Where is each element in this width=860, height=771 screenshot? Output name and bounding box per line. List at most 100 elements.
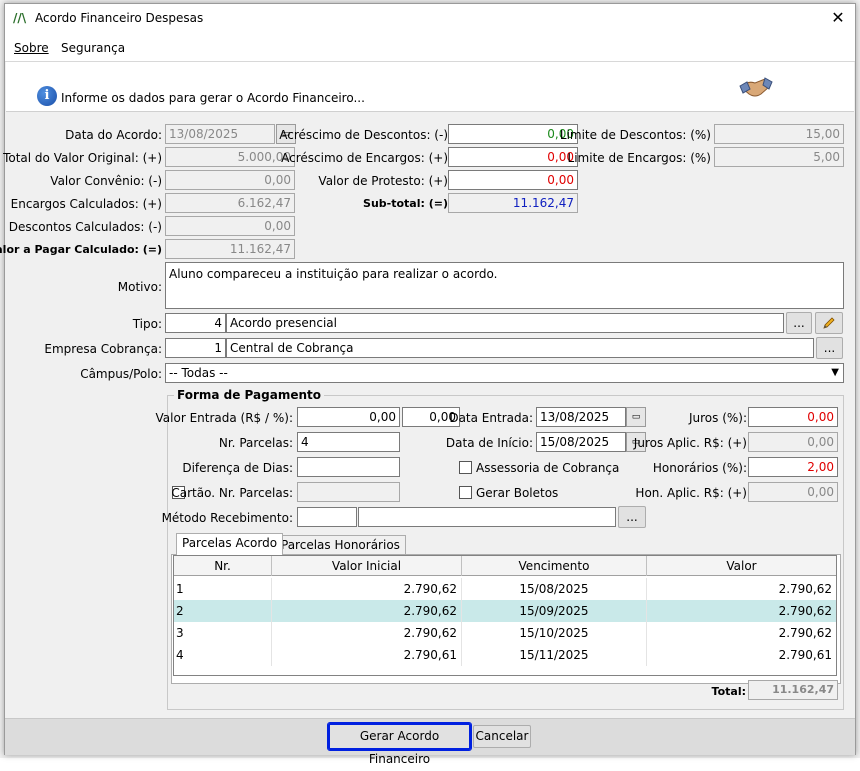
table-row[interactable]: 4 2.790,61 15/11/2025 2.790,61 xyxy=(174,644,836,666)
data-inicio-input[interactable]: 15/08/2025 xyxy=(536,432,626,452)
menu-seguranca[interactable]: Segurança xyxy=(61,41,125,55)
metodo-description-field xyxy=(358,507,616,527)
column-header-vencimento[interactable]: Vencimento xyxy=(462,556,647,576)
cell-nr: 3 xyxy=(176,622,272,644)
cell-nr: 2 xyxy=(176,600,272,622)
juros-aplic-label: Juros Aplic. R$: (+) xyxy=(633,436,747,450)
total-original-field: 5.000,00 xyxy=(165,147,295,167)
valor-convenio-label: Valor Convênio: (-) xyxy=(50,174,162,188)
nr-parcelas-input[interactable]: 4 xyxy=(297,432,400,452)
campus-select[interactable]: -- Todas -- ▼ xyxy=(165,363,844,383)
gerar-boletos-label: Gerar Boletos xyxy=(476,486,559,500)
gerar-acordo-button[interactable]: Gerar Acordo Financeiro xyxy=(327,722,472,766)
table-row[interactable]: 1 2.790,62 15/08/2025 2.790,62 xyxy=(174,578,836,600)
campus-label: Câmpus/Polo: xyxy=(80,367,162,381)
info-icon: i xyxy=(37,86,57,106)
motivo-textarea[interactable]: Aluno compareceu a instituição para real… xyxy=(165,262,844,309)
diferenca-dias-label: Diferença de Dias: xyxy=(182,461,293,475)
honorarios-input[interactable]: 2,00 xyxy=(748,457,838,477)
cartao-parcelas-field xyxy=(297,482,400,502)
valor-protesto-input[interactable]: 0,00 xyxy=(448,170,578,190)
cell-valor-inicial: 2.790,62 xyxy=(272,578,462,600)
cell-nr: 4 xyxy=(176,644,272,666)
valor-protesto-label: Valor de Protesto: (+) xyxy=(318,174,448,188)
juros-label: Juros (%): xyxy=(688,411,747,425)
calendar-icon[interactable]: ▭ xyxy=(626,407,646,427)
data-acordo-label: Data do Acordo: xyxy=(65,128,162,142)
cell-valor-inicial: 2.790,62 xyxy=(272,600,462,622)
cell-valor: 2.790,61 xyxy=(778,648,832,662)
window-title: Acordo Financeiro Despesas xyxy=(35,11,204,25)
limite-encargos-field: 5,00 xyxy=(714,147,844,167)
tipo-code-input[interactable]: 4 xyxy=(165,313,226,333)
data-inicio-label: Data de Início: xyxy=(445,436,533,450)
cancelar-button[interactable]: Cancelar xyxy=(473,725,531,748)
tipo-label: Tipo: xyxy=(132,317,162,331)
valor-pagar-label: Valor a Pagar Calculado: (=) xyxy=(0,243,162,256)
handshake-icon xyxy=(739,77,773,97)
nr-parcelas-label: Nr. Parcelas: xyxy=(218,436,293,450)
close-button[interactable]: ✕ xyxy=(825,6,851,30)
metodo-code-input[interactable] xyxy=(297,507,357,527)
tipo-description-field: Acordo presencial xyxy=(226,313,784,333)
empresa-code-input[interactable]: 1 xyxy=(165,338,226,358)
cell-valor-inicial: 2.790,62 xyxy=(272,622,462,644)
pencil-icon xyxy=(823,317,835,329)
limite-descontos-field: 15,00 xyxy=(714,124,844,144)
total-original-label: Total do Valor Original: (+) xyxy=(3,151,162,165)
app-logo-icon: //\ xyxy=(13,11,27,25)
column-header-valor[interactable]: Valor xyxy=(647,556,836,576)
header-text: Informe os dados para gerar o Acordo Fin… xyxy=(61,91,365,105)
acresc-encargos-label: Acréscimo de Encargos: (+) xyxy=(281,151,448,165)
empresa-search-button[interactable]: ... xyxy=(816,337,843,359)
cell-nr: 1 xyxy=(176,578,272,600)
header-panel: i Informe os dados para gerar o Acordo F… xyxy=(6,62,854,112)
tipo-edit-button[interactable] xyxy=(815,312,843,334)
cell-vencimento: 15/08/2025 xyxy=(462,578,647,600)
table-row[interactable]: 3 2.790,62 15/10/2025 2.790,62 xyxy=(174,622,836,644)
menu-sobre[interactable]: Sobre xyxy=(14,41,49,55)
cell-valor: 2.790,62 xyxy=(778,582,832,596)
campus-selected-value: -- Todas -- xyxy=(169,366,228,380)
gerar-boletos-checkbox[interactable] xyxy=(459,486,472,499)
hon-aplic-label: Hon. Aplic. R$: (+) xyxy=(635,486,747,500)
parcelas-grid: Nr. Valor Inicial Vencimento Valor 1 2.7… xyxy=(173,555,837,676)
tab-parcelas-acordo[interactable]: Parcelas Acordo xyxy=(176,533,284,555)
descontos-calc-field: 0,00 xyxy=(165,216,295,236)
data-entrada-input[interactable]: 13/08/2025 xyxy=(536,407,626,427)
valor-pagar-field: 11.162,47 xyxy=(165,239,295,259)
encargos-calc-label: Encargos Calculados: (+) xyxy=(10,197,162,211)
cell-vencimento: 15/11/2025 xyxy=(462,644,647,666)
valor-entrada-rs-input[interactable]: 0,00 xyxy=(297,407,400,427)
tipo-search-button[interactable]: ... xyxy=(786,312,812,334)
column-header-valor-inicial[interactable]: Valor Inicial xyxy=(272,556,462,576)
assessoria-label: Assessoria de Cobrança xyxy=(476,461,620,475)
assessoria-checkbox[interactable] xyxy=(459,461,472,474)
data-entrada-label: Data Entrada: xyxy=(449,411,533,425)
dialog-window: //\ Acordo Financeiro Despesas ✕ Sobre S… xyxy=(0,3,856,766)
column-header-nr[interactable]: Nr. xyxy=(174,556,272,576)
cell-valor: 2.790,62 xyxy=(778,604,832,618)
table-row-selected[interactable]: 2 2.790,62 15/09/2025 2.790,62 xyxy=(174,600,836,622)
hon-aplic-field: 0,00 xyxy=(748,482,838,502)
grid-header: Nr. Valor Inicial Vencimento Valor xyxy=(174,556,836,576)
valor-convenio-field: 0,00 xyxy=(165,170,295,190)
cell-vencimento: 15/09/2025 xyxy=(462,600,647,622)
cartao-label: Cartão. Nr. Parcelas: xyxy=(171,486,293,500)
acresc-descontos-input[interactable]: 0,00 xyxy=(448,124,578,144)
cell-valor: 2.790,62 xyxy=(778,626,832,640)
menu-bar: Sobre Segurança xyxy=(5,34,855,62)
juros-input[interactable]: 0,00 xyxy=(748,407,838,427)
total-label: Total: xyxy=(711,685,746,698)
acresc-encargos-input[interactable]: 0,00 xyxy=(448,147,578,167)
subtotal-label: Sub-total: (=) xyxy=(363,197,448,210)
diferenca-dias-input[interactable] xyxy=(297,457,400,477)
metodo-search-button[interactable]: ... xyxy=(618,506,646,528)
limite-descontos-label: Limite de Descontos: (%) xyxy=(559,128,711,142)
cell-vencimento: 15/10/2025 xyxy=(462,622,647,644)
title-bar: //\ Acordo Financeiro Despesas ✕ xyxy=(5,4,855,34)
subtotal-field: 11.162,47 xyxy=(448,193,578,213)
metodo-label: Método Recebimento: xyxy=(161,511,293,525)
empresa-description-field: Central de Cobrança xyxy=(226,338,814,358)
tab-parcelas-honorarios[interactable]: Parcelas Honorários xyxy=(275,535,406,555)
